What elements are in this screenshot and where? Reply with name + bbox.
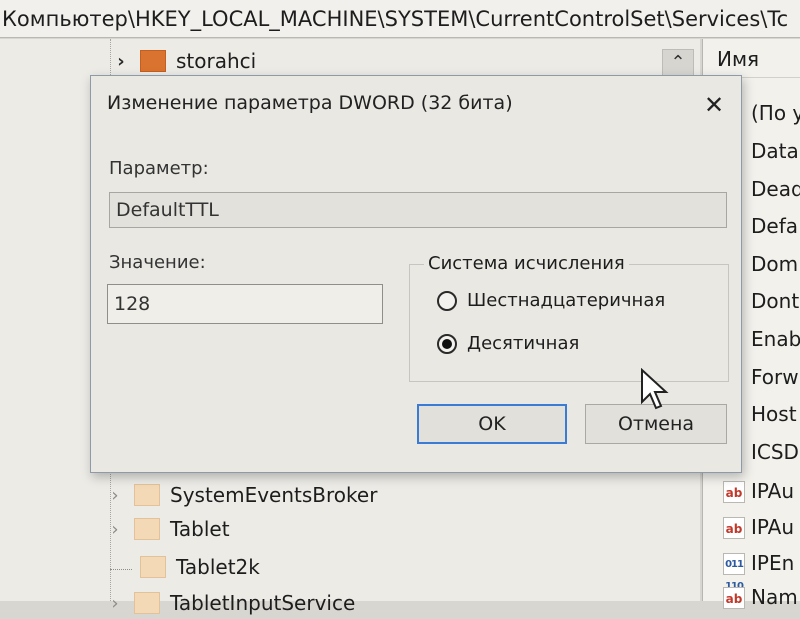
tree-item-storahci[interactable]: › storahci [110,45,256,77]
tree-item-label: Tablet [170,517,230,541]
value-row[interactable]: Dead [751,177,800,201]
string-value-icon: ab [723,481,745,503]
folder-icon [134,592,160,614]
tree-item-tablet[interactable]: › Tablet [104,513,230,545]
radix-group-label: Система исчисления [424,253,629,274]
value-row[interactable]: IPAu [751,515,794,539]
value-row[interactable]: Dont [751,289,799,313]
radio-decimal[interactable]: Десятичная [437,333,579,354]
tree-item-label: storahci [176,49,257,73]
radio-hexadecimal[interactable]: Шестнадцатеричная [437,290,665,311]
binary-value-icon: 011 110 [723,553,745,592]
radix-groupbox [409,264,729,382]
chevron-right-icon[interactable]: › [104,519,126,540]
string-value-icon: ab [723,517,745,539]
value-data-field[interactable] [107,284,383,324]
tree-item-tabletinputservice[interactable]: › TabletInputService [104,587,355,619]
param-label: Параметр: [109,158,209,179]
tree-item-label: SystemEventsBroker [170,483,378,507]
value-row[interactable]: Nam [751,585,798,609]
tree-item-label: TabletInputService [170,591,356,615]
radio-unchecked-icon[interactable] [437,290,457,311]
radio-label: Шестнадцатеричная [467,290,666,311]
tree-item-systemeventsbroker[interactable]: › SystemEventsBroker [104,479,377,511]
close-icon: ✕ [703,91,725,119]
value-label: Значение: [109,252,206,273]
param-name-field[interactable] [109,192,727,228]
folder-icon [134,518,160,540]
value-row[interactable]: IPAu [751,479,794,503]
folder-icon [140,50,166,72]
value-row[interactable]: IPEn [751,551,794,575]
close-button[interactable]: ✕ [699,90,729,120]
folder-icon [140,556,166,578]
dialog-title: Изменение параметра DWORD (32 бита) [107,92,513,114]
chevron-right-icon[interactable]: › [104,485,126,506]
string-value-icon: ab [723,587,745,609]
ok-button[interactable]: OK [417,404,567,444]
edit-dword-dialog: Изменение параметра DWORD (32 бита) ✕ Па… [90,75,742,473]
address-bar[interactable]: Компьютер\HKEY_LOCAL_MACHINE\SYSTEM\Curr… [0,0,800,38]
value-row[interactable]: Host [751,402,797,426]
radio-label: Десятичная [467,333,580,354]
folder-icon [134,484,160,506]
scroll-up-button[interactable]: ⌃ [662,49,694,77]
mouse-pointer-icon [641,368,669,410]
value-row[interactable]: (По у [751,101,800,125]
value-row[interactable]: Dom [751,252,798,276]
chevron-up-icon: ⌃ [670,52,686,73]
tree-item-label: Tablet2k [176,555,260,579]
radio-checked-icon[interactable] [437,333,457,354]
value-row[interactable]: Defa [751,214,798,238]
chevron-right-icon[interactable]: › [110,51,132,72]
value-row[interactable]: ICSD [751,440,799,464]
tree-branch-line [110,555,132,570]
value-row[interactable]: Enab [751,327,800,351]
tree-item-tablet2k[interactable]: Tablet2k [110,551,260,583]
column-header-name[interactable]: Имя [703,39,800,78]
value-row[interactable]: Forw [751,365,799,389]
chevron-right-icon[interactable]: › [104,593,126,614]
address-path: Компьютер\HKEY_LOCAL_MACHINE\SYSTEM\Curr… [2,7,789,31]
value-row[interactable]: DataB [751,139,800,163]
